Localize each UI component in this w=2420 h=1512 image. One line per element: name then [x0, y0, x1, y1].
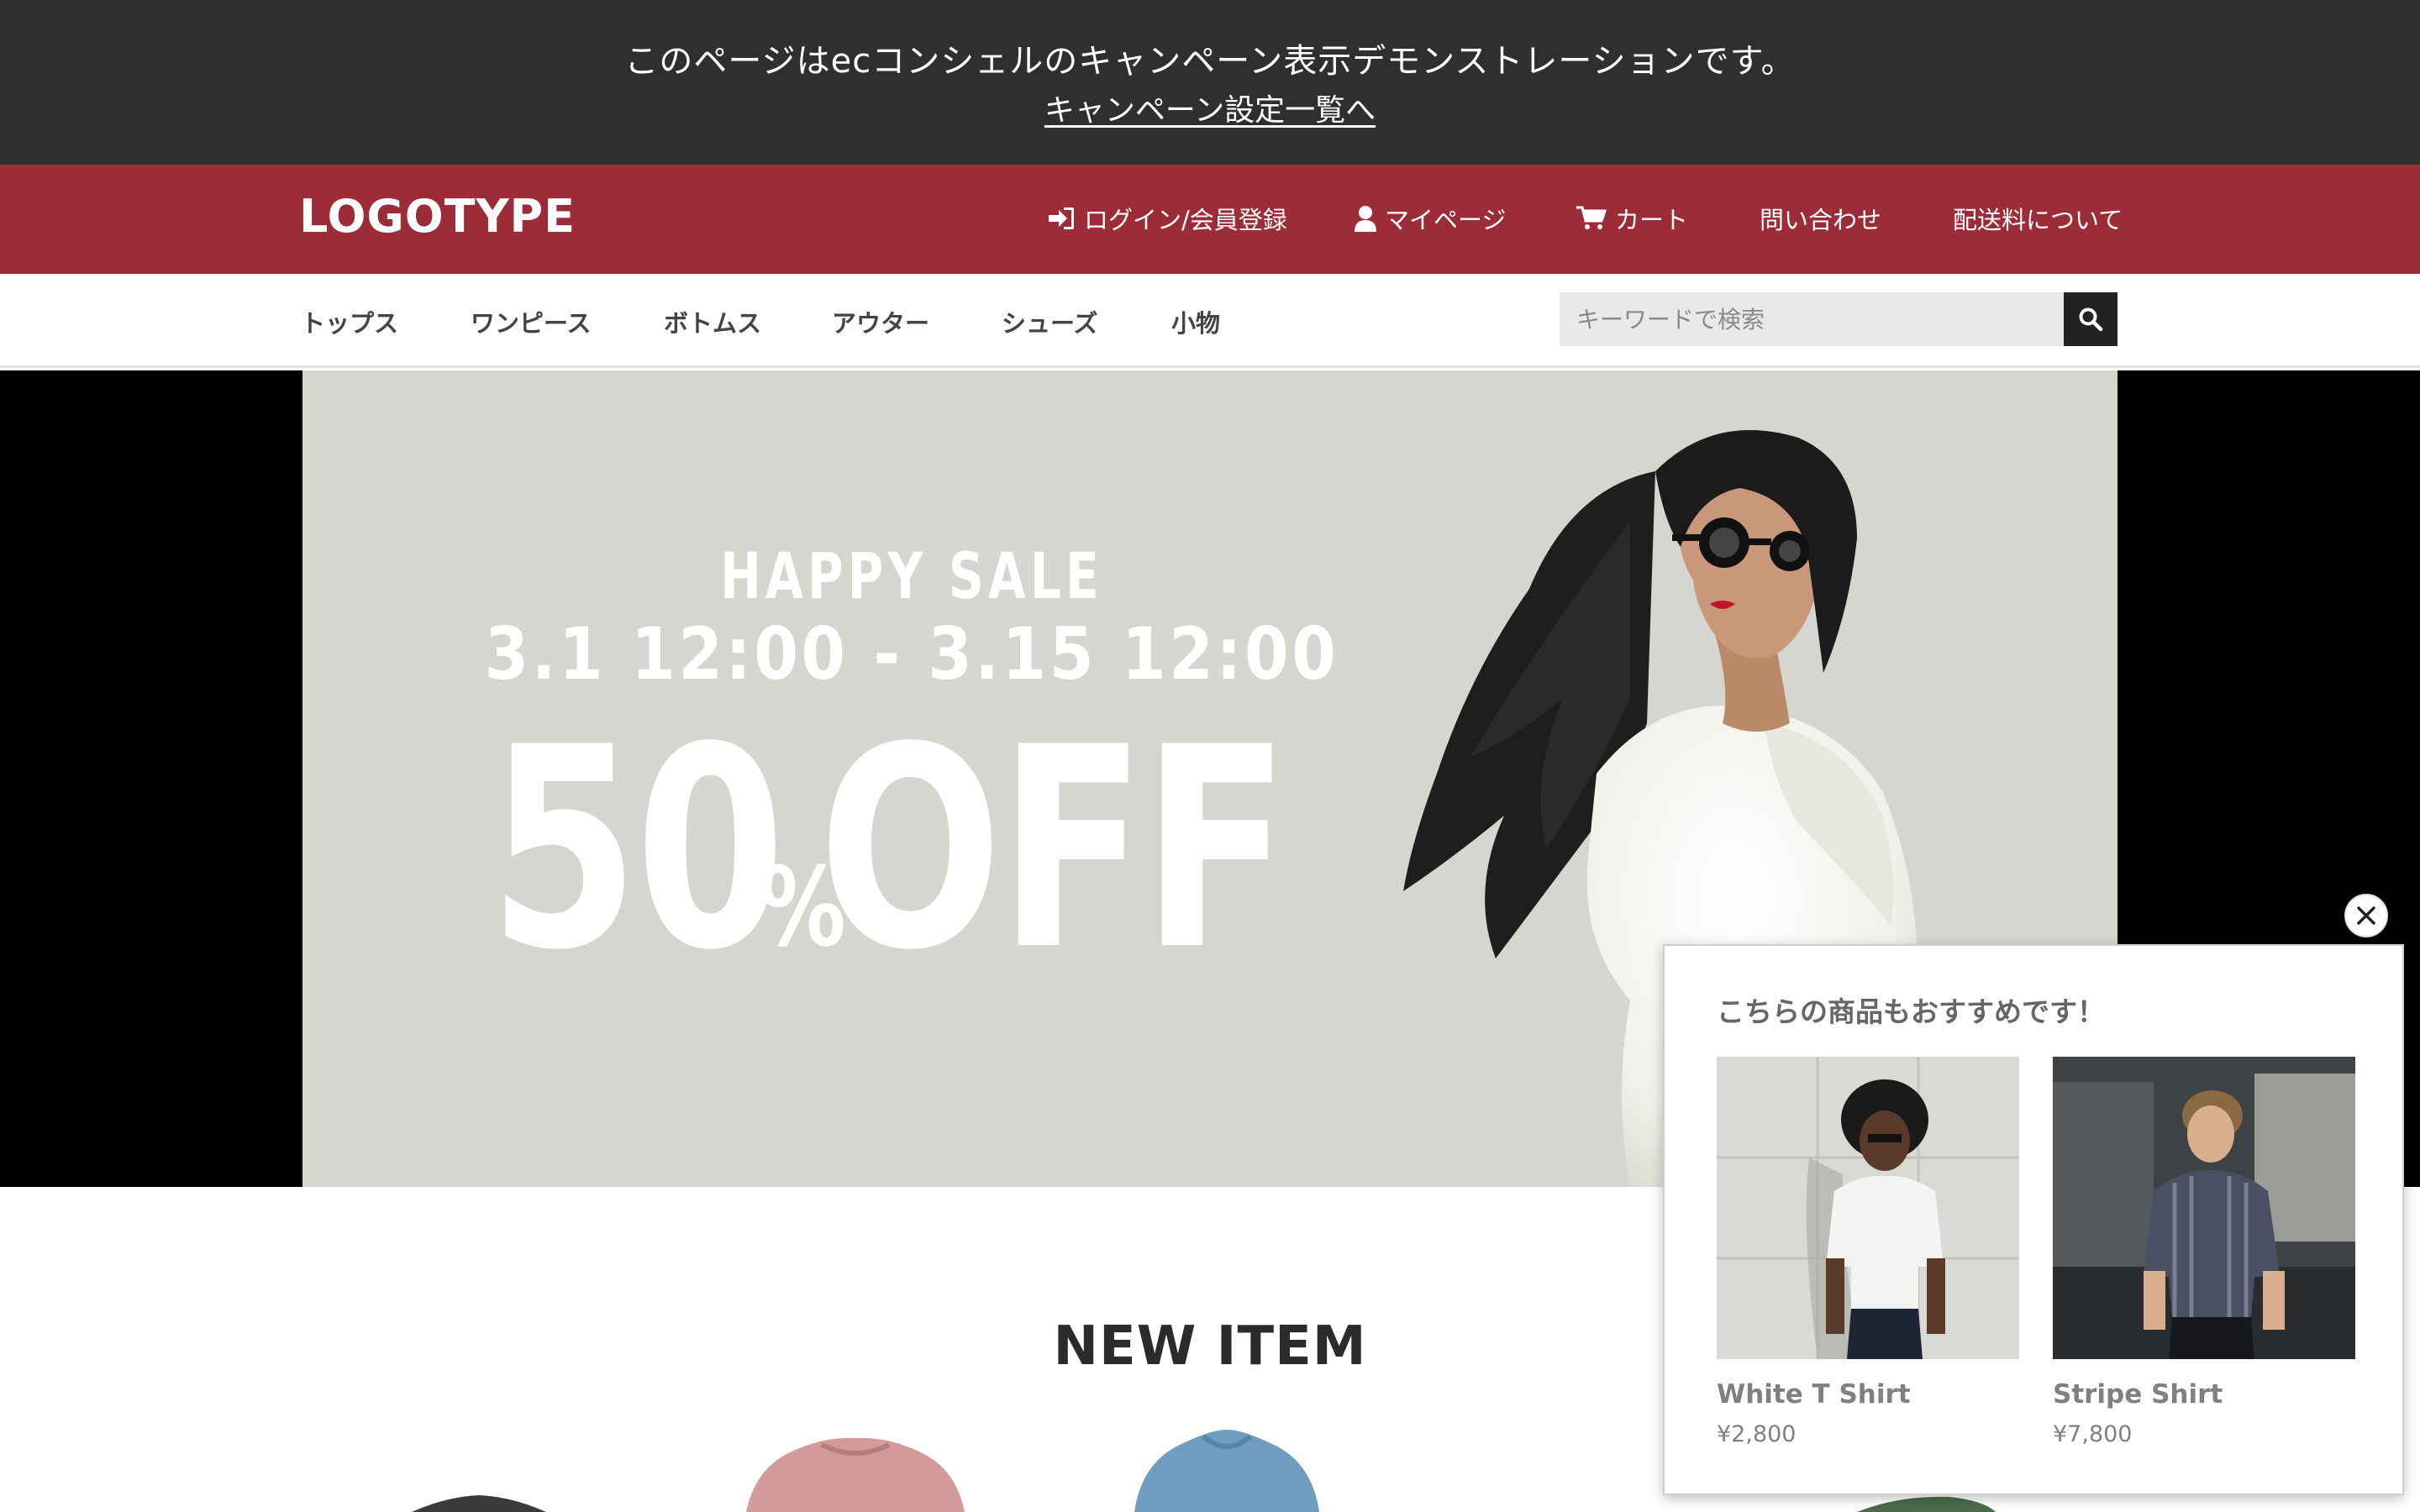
nav-contact-label: 問い合わせ — [1760, 206, 1882, 234]
search-input[interactable] — [1560, 292, 2011, 346]
hero-discount: 50%OFF — [302, 688, 1521, 1011]
nav-contact[interactable]: 問い合わせ — [1760, 202, 1881, 235]
category-bottoms[interactable]: ボトムス — [664, 304, 761, 339]
site-header: LOGOTYPE ログイン/会員登録 マイページ カート 問い合わせ 配送料につ… — [0, 165, 2420, 274]
product-thumbnail[interactable] — [395, 1492, 563, 1512]
recommend-item-price: ¥2,800 — [1717, 1421, 1797, 1447]
product-thumbnail[interactable] — [1126, 1423, 1328, 1512]
recommend-item-name[interactable]: White T Shirt — [1717, 1379, 1911, 1410]
recommend-item-price: ¥7,800 — [2053, 1421, 2133, 1447]
recommend-item-stripe-shirt[interactable]: Stripe Shirt ¥7,800 — [2053, 1057, 2355, 1447]
product-thumbnail[interactable] — [1849, 1495, 2000, 1512]
nav-login[interactable]: ログイン/会員登録 — [1047, 202, 1287, 235]
close-popup-button[interactable] — [2344, 894, 2388, 937]
recommend-item-image[interactable] — [2053, 1057, 2355, 1359]
recommend-item-white-tshirt[interactable]: White T Shirt ¥2,800 — [1717, 1057, 2019, 1447]
close-icon — [2357, 906, 2375, 925]
category-outer[interactable]: アウター — [832, 304, 929, 339]
nav-mypage-label: マイページ — [1385, 206, 1507, 234]
user-icon — [1355, 206, 1376, 232]
logo[interactable]: LOGOTYPE — [299, 190, 576, 243]
category-nav: トップス ワンピース ボトムス アウター シューズ 小物 — [0, 274, 2420, 368]
product-thumbnail[interactable] — [729, 1428, 981, 1512]
nav-shipping[interactable]: 配送料について — [1953, 202, 2123, 235]
demo-banner: このページはecコンシェルのキャンペーン表示デモンストレーションです。 キャンペ… — [0, 0, 2420, 165]
recommendation-title: こちらの商品もおすすめです！ — [1717, 995, 2105, 1028]
category-tops[interactable]: トップス — [301, 304, 398, 339]
nav-cart-label: カート — [1615, 206, 1689, 234]
campaign-list-link[interactable]: キャンペーン設定一覧へ — [0, 86, 2420, 129]
hero-discount-word: OFF — [818, 688, 1290, 1011]
category-shoes[interactable]: シューズ — [1002, 304, 1098, 339]
demo-banner-text: このページはecコンシェルのキャンペーン表示デモンストレーションです。 — [624, 42, 1796, 81]
search-box — [1560, 292, 2065, 346]
nav-cart[interactable]: カート — [1576, 202, 1688, 235]
nav-shipping-label: 配送料について — [1953, 206, 2123, 234]
nav-login-label: ログイン/会員登録 — [1084, 206, 1287, 234]
login-icon — [1049, 207, 1074, 229]
hero-discount-number: 50 — [487, 688, 786, 1011]
search-button[interactable] — [2064, 292, 2118, 346]
recommendation-popup: こちらの商品もおすすめです！ White T Shirt ¥2,800 Stri… — [1663, 944, 2404, 1495]
category-accessories[interactable]: 小物 — [1171, 304, 1220, 339]
cart-icon — [1576, 206, 1607, 229]
recommend-item-image[interactable] — [1717, 1057, 2019, 1359]
category-onepiece[interactable]: ワンピース — [471, 304, 592, 339]
search-icon — [2079, 307, 2103, 332]
hero-period: 3.1 12:00 - 3.15 12:00 — [484, 612, 1339, 696]
nav-mypage[interactable]: マイページ — [1355, 202, 1506, 235]
hero-headline: HAPPY SALE — [720, 538, 1103, 613]
recommend-item-name[interactable]: Stripe Shirt — [2053, 1379, 2223, 1410]
